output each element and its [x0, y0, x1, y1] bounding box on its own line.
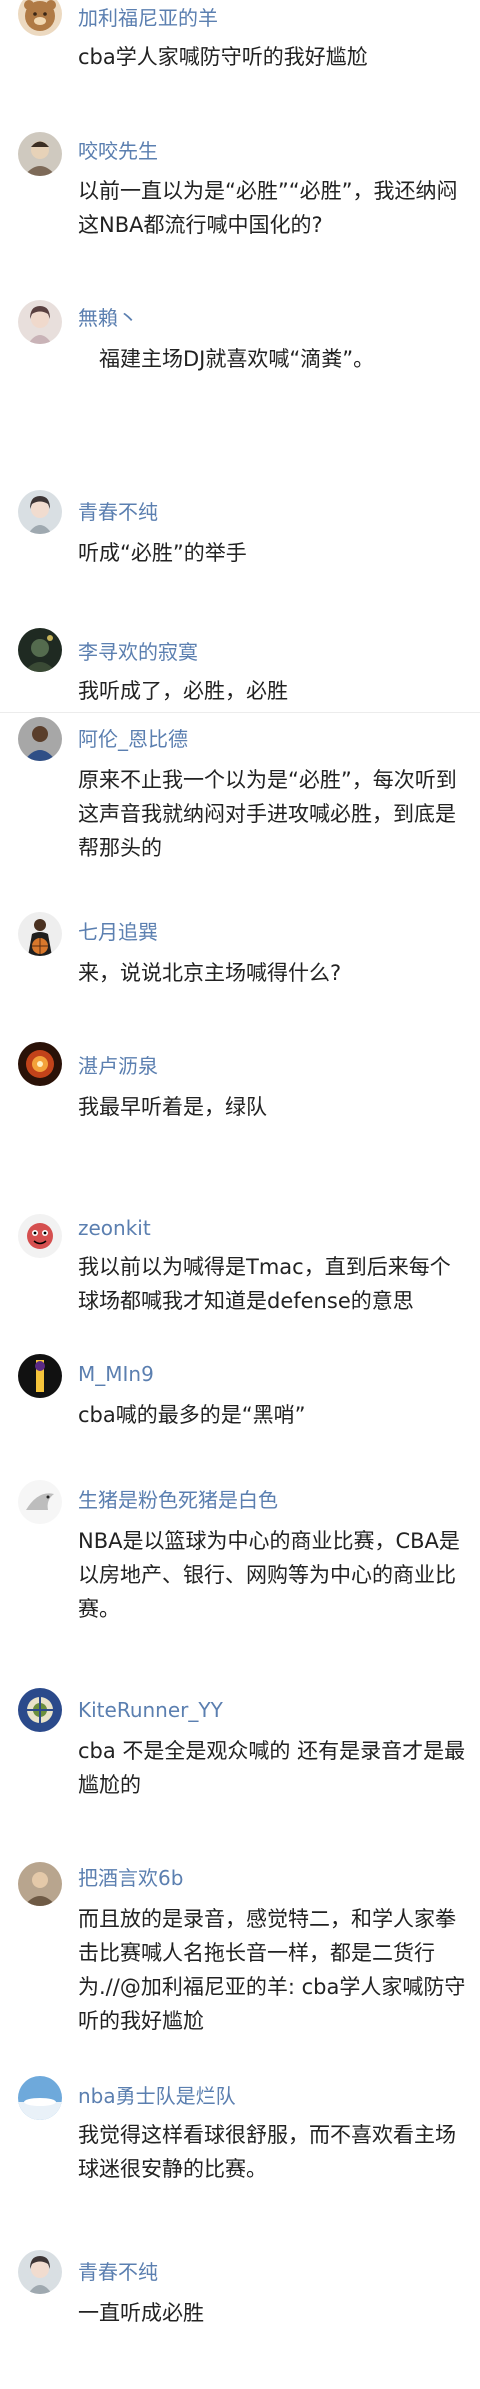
comment-item: zeonkit 我以前以为喊得是Tmac，直到后来每个球场都喊我才知道是defe…: [0, 1214, 480, 1350]
basketball-avatar[interactable]: [18, 912, 62, 956]
username[interactable]: 咬咬先生: [78, 139, 158, 163]
comment-item: KiteRunner_YY cba 不是全是观众喊的 还有是录音才是最尴尬的: [0, 1684, 480, 1862]
username[interactable]: 青春不纯: [78, 500, 158, 524]
comment-text: 而且放的是录音，感觉特二，和学人家拳击比赛喊人名拖长音一样，都是二货行为.//@…: [78, 1907, 466, 2033]
comment-item: 生猪是粉色死猪是白色 NBA是以篮球为中心的商业比赛，CBA是以房地产、银行、网…: [0, 1476, 480, 1684]
fire-avatar[interactable]: [18, 1042, 62, 1086]
username[interactable]: nba勇士队是烂队: [78, 2084, 236, 2108]
comment-item: 李寻欢的寂寞 我听成了，必胜，必胜: [0, 618, 480, 712]
comment-text: 我以前以为喊得是Tmac，直到后来每个球场都喊我才知道是defense的意思: [78, 1255, 451, 1313]
username[interactable]: 生猪是粉色死猪是白色: [78, 1488, 278, 1512]
dark-avatar[interactable]: [18, 628, 62, 672]
comment-text: 以前一直以为是“必胜”“必胜”，我还纳闷这NBA都流行喊中国化的?: [78, 179, 458, 237]
player-avatar[interactable]: [18, 717, 62, 761]
comment-item: 七月追巽 来，说说北京主场喊得什么?: [0, 898, 480, 1038]
person-avatar[interactable]: [18, 132, 62, 176]
comment-text: NBA是以篮球为中心的商业比赛，CBA是以房地产、银行、网购等为中心的商业比赛。: [78, 1529, 460, 1621]
username[interactable]: 無賴丶: [78, 306, 138, 330]
lakers-avatar[interactable]: [18, 1354, 62, 1398]
comment-item: 青春不纯 一直听成必胜: [0, 2244, 480, 2389]
bear-avatar[interactable]: [18, 0, 62, 36]
username[interactable]: 七月追巽: [78, 920, 158, 944]
girl-avatar[interactable]: [18, 300, 62, 344]
comment-text: cba学人家喊防守听的我好尴尬: [78, 45, 368, 69]
username[interactable]: 加利福尼亚的羊: [78, 6, 218, 30]
comment-text: 我觉得这样看球很舒服，而不喜欢看主场球迷很安静的比赛。: [78, 2123, 456, 2181]
username[interactable]: 把酒言欢6b: [78, 1866, 183, 1890]
girl-avatar[interactable]: [18, 2250, 62, 2294]
comment-text: 福建主场DJ就喜欢喊“滴粪”。: [78, 347, 375, 371]
username[interactable]: 阿伦_恩比德: [78, 727, 188, 751]
username[interactable]: 湛卢沥泉: [78, 1054, 158, 1078]
comment-item: 把酒言欢6b 而且放的是录音，感觉特二，和学人家拳击比赛喊人名拖长音一样，都是二…: [0, 1862, 480, 2068]
cartoon-avatar[interactable]: [18, 1214, 62, 1258]
comment-item: 加利福尼亚的羊 cba学人家喊防守听的我好尴尬: [0, 0, 480, 112]
comment-text: 来，说说北京主场喊得什么?: [78, 961, 342, 985]
username[interactable]: 李寻欢的寂寞: [78, 640, 198, 664]
sky-avatar[interactable]: [18, 2076, 62, 2120]
username[interactable]: M_MIn9: [78, 1362, 154, 1386]
comment-item: nba勇士队是烂队 我觉得这样看球很舒服，而不喜欢看主场球迷很安静的比赛。: [0, 2068, 480, 2244]
comment-text: 我听成了，必胜，必胜: [78, 679, 288, 703]
girl-avatar[interactable]: [18, 490, 62, 534]
comment-text: 一直听成必胜: [78, 2301, 204, 2325]
comment-item: M_MIn9 cba喊的最多的是“黑哨”: [0, 1350, 480, 1476]
comment-item: 阿伦_恩比德 原来不止我一个以为是“必胜”，每次听到这声音我就纳闷对手进攻喊必胜…: [0, 712, 480, 899]
comment-text: 原来不止我一个以为是“必胜”，每次听到这声音我就纳闷对手进攻喊必胜，到底是帮那头…: [78, 768, 457, 860]
badge-avatar[interactable]: [18, 1688, 62, 1732]
comment-item: 青春不纯 听成“必胜”的举手: [0, 490, 480, 618]
username[interactable]: 青春不纯: [78, 2260, 158, 2284]
comment-item: 咬咬先生 以前一直以为是“必胜”“必胜”，我还纳闷这NBA都流行喊中国化的?: [0, 112, 480, 282]
person-avatar[interactable]: [18, 1862, 62, 1906]
comment-item: 湛卢沥泉 我最早听着是，绿队: [0, 1038, 480, 1214]
comment-text: cba喊的最多的是“黑哨”: [78, 1403, 306, 1427]
bird-avatar[interactable]: [18, 1480, 62, 1524]
username[interactable]: zeonkit: [78, 1216, 151, 1240]
comment-text: 我最早听着是，绿队: [78, 1095, 267, 1119]
comment-text: 听成“必胜”的举手: [78, 541, 247, 565]
comment-item: 無賴丶 福建主场DJ就喜欢喊“滴粪”。: [0, 282, 480, 490]
username[interactable]: KiteRunner_YY: [78, 1698, 223, 1722]
comment-text: cba 不是全是观众喊的 还有是录音才是最尴尬的: [78, 1739, 466, 1797]
